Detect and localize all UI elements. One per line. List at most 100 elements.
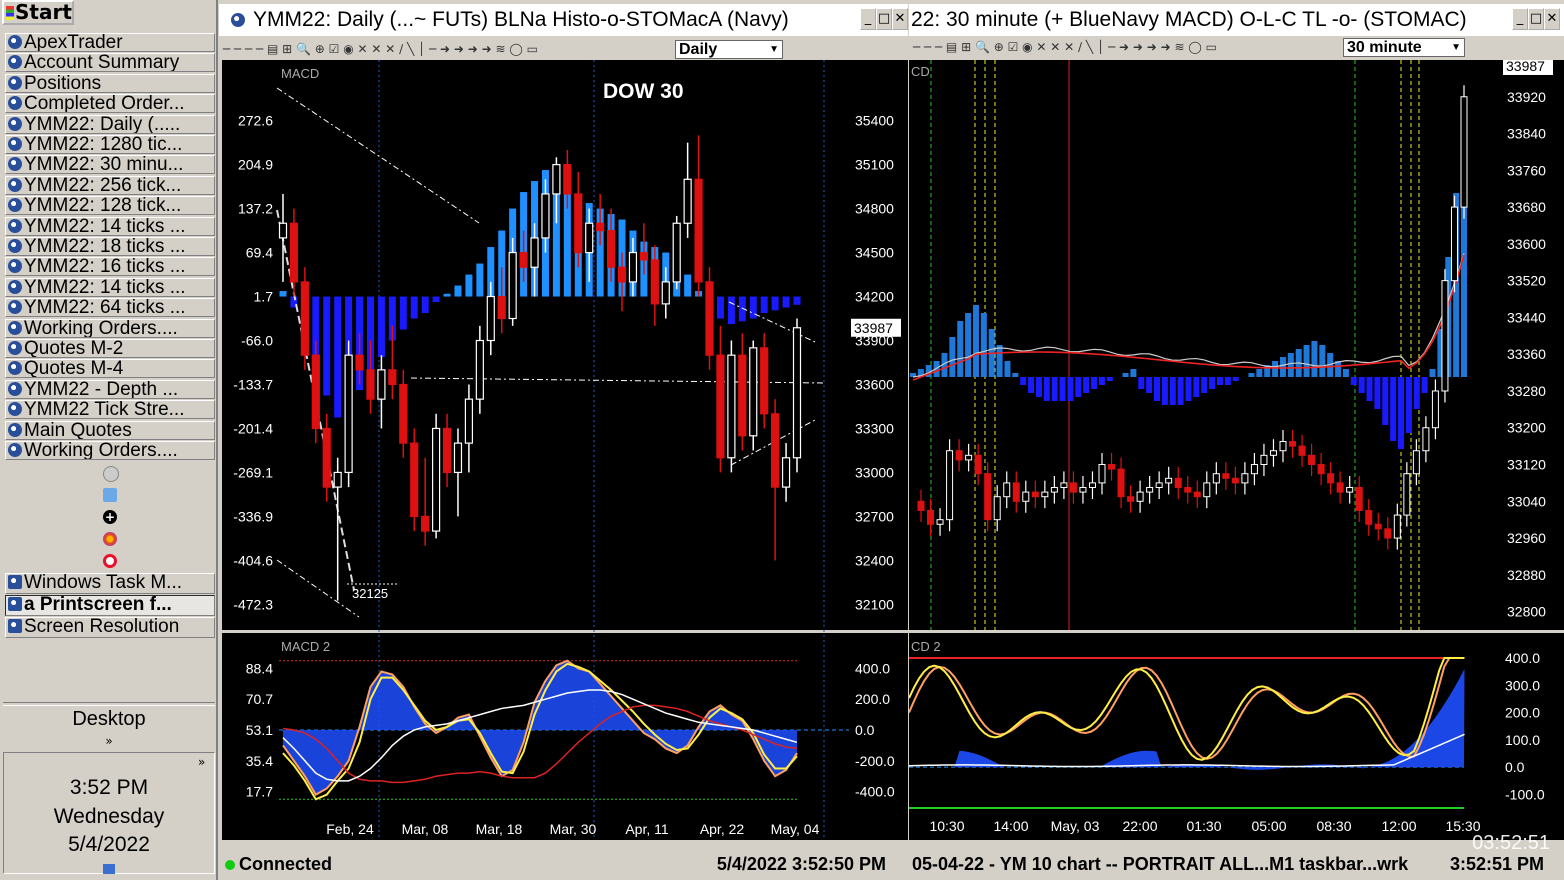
- maximize-button[interactable]: □: [876, 8, 892, 30]
- minimize-button[interactable]: _: [1512, 8, 1528, 30]
- candle-body: [936, 519, 944, 525]
- taskbar-window-button[interactable]: YMM22: 14 ticks ...: [5, 277, 215, 297]
- window-icon: [8, 157, 22, 172]
- opera-icon[interactable]: [103, 554, 117, 568]
- taskbar-window-button[interactable]: Screen Resolution: [5, 617, 215, 638]
- firefox-icon[interactable]: [103, 532, 117, 546]
- taskbar-window-button[interactable]: YMM22: 1280 tic...: [5, 135, 215, 154]
- candle-body: [1403, 473, 1411, 516]
- candle-body: [1212, 473, 1220, 484]
- taskbar-window-button[interactable]: YMM22 - Depth ...: [5, 379, 215, 399]
- timeframe-select[interactable]: 30 minute ▼: [1343, 38, 1465, 57]
- window-icon: [8, 75, 22, 90]
- price-tick-label: 32100: [855, 596, 894, 612]
- x-tick-label: May, 04: [771, 821, 820, 837]
- histogram-bar: [1303, 345, 1310, 377]
- window-icon: [8, 259, 22, 274]
- close-button[interactable]: ✕: [892, 8, 908, 30]
- candle-body: [1298, 445, 1306, 456]
- taskbar-window-button[interactable]: Account Summary: [5, 53, 215, 73]
- taskbar-window-button[interactable]: YMM22: 64 ticks ...: [5, 298, 215, 318]
- taskbar-window-button[interactable]: Main Quotes: [5, 420, 215, 440]
- candle-body: [1060, 482, 1068, 489]
- chart-toolbar[interactable]: ─ ─ ─ ▤ ⊞ 🔍 ⊕ ☑ ◉ ✕ ✕ ✕ ∕ ╲ │ ─ ➜ ➜ ➜ ➜ …: [909, 36, 1564, 58]
- indicator-tick-label: 400.0: [1505, 650, 1540, 666]
- taskbar-window-button[interactable]: YMM22: Daily (.....: [5, 114, 215, 134]
- maximize-button[interactable]: □: [1528, 8, 1544, 30]
- histogram-bar: [1146, 377, 1153, 393]
- network-icon[interactable]: [103, 864, 115, 874]
- price-tick-label: 33300: [855, 420, 894, 436]
- taskbar-window-button[interactable]: YMM22 Tick Stre...: [5, 400, 215, 420]
- candle-body: [927, 509, 935, 525]
- minimize-button[interactable]: _: [860, 8, 876, 30]
- connected-icon: [225, 860, 235, 870]
- 30min-chart-area[interactable]: CD CD 2 33920 33840 33760 33680 33600 33520 3344…: [909, 60, 1564, 850]
- candle-body: [792, 327, 802, 459]
- start-button[interactable]: Start: [2, 0, 74, 25]
- tray-chevron[interactable]: »: [198, 755, 205, 769]
- taskbar-window-button[interactable]: Working Orders....: [5, 318, 215, 338]
- candle-body: [464, 398, 474, 444]
- histogram-bar: [1216, 377, 1223, 385]
- taskbar-window-button[interactable]: Working Orders....: [5, 441, 215, 460]
- taskbar-window-button[interactable]: YMM22: 30 minu...: [5, 155, 215, 175]
- 30min-chart-titlebar[interactable]: 22: 30 minute (+ BlueNavy MACD) O-L-C TL…: [909, 4, 1564, 36]
- download-tray-icon[interactable]: [103, 488, 117, 502]
- timeframe-value: 30 minute: [1347, 39, 1422, 56]
- price-tick-label: 35100: [855, 157, 894, 173]
- price-tick-label: 32880: [1507, 567, 1546, 583]
- taskbar-window-label: YMM22: 30 minu...: [24, 155, 184, 175]
- histogram-bar: [684, 274, 692, 297]
- daily-chart-area[interactable]: MACD MACD 2 DOW 30 35400 35100 34800 34500 3420…: [219, 60, 908, 850]
- window-icon: [8, 137, 22, 151]
- candle-body: [1174, 477, 1182, 489]
- taskbar-window-button[interactable]: ApexTrader: [5, 33, 215, 52]
- clock-time[interactable]: 3:52 PM: [0, 776, 218, 800]
- taskbar-window-button[interactable]: a Printscreen f...: [5, 595, 215, 616]
- histogram-bar: [465, 274, 473, 297]
- settings-tray-icon[interactable]: [103, 466, 119, 482]
- indicator-tick-label: 100.0: [1505, 732, 1540, 748]
- x-tick-label: Mar, 30: [550, 821, 597, 837]
- price-tick-label: 33000: [855, 464, 894, 480]
- candle-body: [1117, 468, 1125, 498]
- candle-body: [541, 193, 550, 239]
- taskbar-window-button[interactable]: YMM22: 128 tick...: [5, 196, 215, 216]
- candle-body: [377, 369, 386, 400]
- taskbar-window-button[interactable]: YMM22: 14 ticks ...: [5, 216, 215, 236]
- candle-body: [917, 500, 925, 511]
- taskbar-window-button[interactable]: Quotes M-2: [5, 339, 215, 358]
- candle-body: [1327, 473, 1335, 484]
- timeframe-select[interactable]: Daily ▼: [675, 40, 783, 59]
- price-tick-label: 33760: [1507, 162, 1546, 178]
- daily-chart-titlebar[interactable]: YMM22: Daily (...~ FUTs) BLNa Histo-o-ST…: [219, 4, 908, 36]
- histogram-bar: [1279, 357, 1286, 377]
- candle-body: [771, 413, 780, 488]
- taskbar-window-button[interactable]: Windows Task M...: [5, 573, 215, 594]
- plus-tray-icon[interactable]: +: [103, 510, 117, 524]
- candle-body: [1450, 206, 1458, 282]
- close-button[interactable]: ✕: [1544, 8, 1560, 30]
- taskbar-window-button[interactable]: YMM22: 256 tick...: [5, 175, 215, 195]
- histogram-bar: [727, 296, 735, 325]
- candle-body: [628, 251, 638, 283]
- indicator-tick-label: -400.0: [855, 784, 895, 800]
- candle-body: [738, 354, 747, 437]
- indicator-tick-label: -404.6: [233, 552, 273, 568]
- desktop-chevron[interactable]: »: [0, 734, 218, 748]
- candle-body: [993, 496, 1001, 521]
- desktop-toolbar-label[interactable]: Desktop: [0, 708, 218, 731]
- taskbar-divider: [3, 702, 215, 706]
- chart-toolbar[interactable]: ─ ─ ─ ─ ▤ ⊞ 🔍 ⊕ ☑ ◉ ✕ ✕ ✕ ∕ ╲ │ ─ ➜ ➜ ➜ …: [219, 38, 908, 60]
- taskbar-window-button[interactable]: Positions: [5, 73, 215, 93]
- taskbar-window-button[interactable]: YMM22: 18 ticks ...: [5, 237, 215, 256]
- candle-body: [1165, 477, 1173, 484]
- taskbar-window-button[interactable]: Completed Order...: [5, 94, 215, 114]
- candle-body: [1222, 473, 1230, 479]
- price-tick-label: 35400: [855, 113, 894, 129]
- taskbar-window-label: ApexTrader: [24, 33, 123, 52]
- taskbar-window-button[interactable]: Quotes M-4: [5, 359, 215, 379]
- taskbar-window-button[interactable]: YMM22: 16 ticks ...: [5, 257, 215, 277]
- indicator-tick-label: -472.3: [233, 596, 273, 612]
